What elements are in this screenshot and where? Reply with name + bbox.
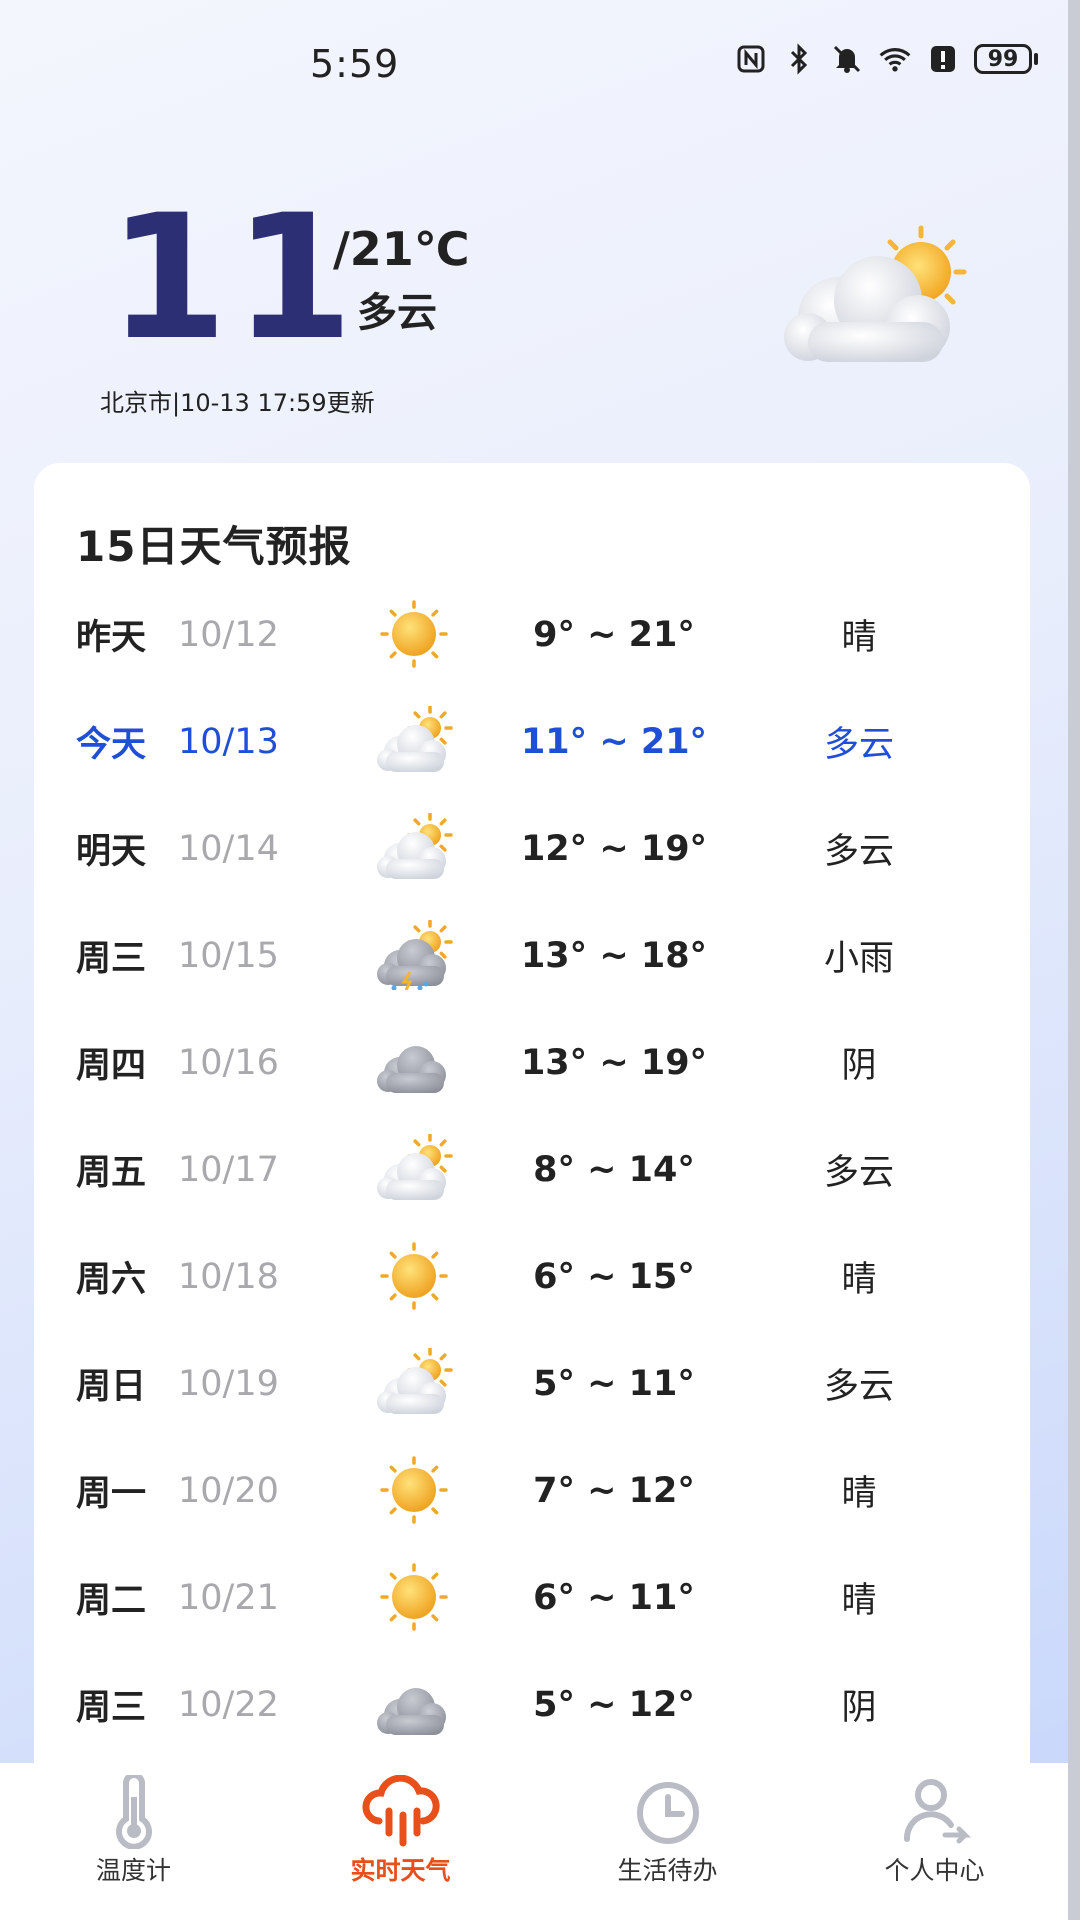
forecast-row: 周四 10/16 13° ~ 19° 阴 xyxy=(34,1009,1030,1116)
forecast-row: 周六 10/18 6° ~ 15° 晴 xyxy=(34,1223,1030,1330)
forecast-condition: 阴 xyxy=(841,1046,877,1086)
forecast-condition: 阴 xyxy=(841,1688,877,1728)
forecast-temp: 7° ~ 12° xyxy=(533,1470,695,1511)
bottom-nav: 温度计 实时天气 生活待办 个人中心 xyxy=(0,1763,1068,1920)
status-icons: 99 xyxy=(734,42,1038,76)
forecast-row: 昨天 10/12 9° ~ 21° 晴 xyxy=(34,581,1030,688)
current-temperature: 11 xyxy=(108,177,360,378)
forecast-day: 周日 xyxy=(76,1367,147,1407)
forecast-temp: 6° ~ 11° xyxy=(533,1577,695,1618)
forecast-date: 10/21 xyxy=(178,1577,279,1618)
nav-profile[interactable]: 个人中心 xyxy=(801,1763,1068,1920)
forecast-date: 10/15 xyxy=(178,935,279,976)
mute-icon xyxy=(830,42,864,76)
weather-screen: 5:59 99 11 /21℃ 多云 北京市|10-13 17:59更新 15日… xyxy=(0,0,1080,1920)
partly-cloudy-icon xyxy=(370,705,458,776)
nav-label: 生活待办 xyxy=(617,1856,718,1885)
nav-thermometer[interactable]: 温度计 xyxy=(0,1763,267,1920)
battery-icon: 99 xyxy=(974,44,1038,74)
overcast-icon xyxy=(370,1669,458,1739)
weather-cloud-icon xyxy=(361,1775,440,1847)
nav-todo[interactable]: 生活待办 xyxy=(534,1763,801,1920)
forecast-row: 周一 10/20 7° ~ 12° 晴 xyxy=(34,1437,1030,1544)
forecast-condition: 晴 xyxy=(841,1260,877,1300)
forecast-condition: 晴 xyxy=(841,1474,877,1514)
thermometer-icon xyxy=(115,1775,152,1849)
rain-icon xyxy=(370,919,458,991)
current-condition: 多云 xyxy=(357,290,437,336)
forecast-row: 周三 10/22 5° ~ 12° 阴 xyxy=(34,1651,1030,1758)
partly-cloudy-icon xyxy=(370,812,458,883)
forecast-row: 周二 10/21 6° ~ 11° 晴 xyxy=(34,1544,1030,1651)
user-icon xyxy=(903,1779,971,1844)
forecast-day: 今天 xyxy=(76,725,147,765)
forecast-day: 周一 xyxy=(76,1474,147,1514)
forecast-card: 15日天气预报 昨天 10/12 9° ~ 21° 晴 今天 10/13 11°… xyxy=(34,463,1030,1920)
forecast-date: 10/16 xyxy=(178,1042,279,1083)
forecast-date: 10/12 xyxy=(178,614,279,655)
forecast-condition: 多云 xyxy=(823,832,894,872)
partly-cloudy-icon xyxy=(370,1133,458,1204)
forecast-row: 明天 10/14 12° ~ 19° 多云 xyxy=(34,795,1030,902)
forecast-temp: 5° ~ 11° xyxy=(533,1363,695,1404)
forecast-day: 明天 xyxy=(76,832,147,872)
forecast-temp: 6° ~ 15° xyxy=(533,1256,695,1297)
sunny-icon xyxy=(370,1562,458,1632)
clock-icon xyxy=(636,1782,699,1844)
forecast-day: 周六 xyxy=(76,1260,147,1300)
forecast-day: 昨天 xyxy=(76,618,147,658)
alert-icon xyxy=(926,42,960,76)
forecast-row: 周五 10/17 8° ~ 14° 多云 xyxy=(34,1116,1030,1223)
current-range: /21℃ xyxy=(333,222,470,276)
forecast-day: 周二 xyxy=(76,1581,147,1621)
sunny-icon xyxy=(370,599,458,669)
forecast-condition: 晴 xyxy=(841,618,877,658)
forecast-condition: 小雨 xyxy=(823,939,894,979)
forecast-date: 10/14 xyxy=(178,828,279,869)
battery-level: 99 xyxy=(974,44,1032,74)
forecast-condition: 多云 xyxy=(823,725,894,765)
wifi-icon xyxy=(878,42,912,76)
sunny-icon xyxy=(370,1241,458,1311)
nav-label: 温度计 xyxy=(95,1856,171,1885)
forecast-temp: 11° ~ 21° xyxy=(520,721,708,762)
nav-label: 个人中心 xyxy=(884,1856,985,1885)
bluetooth-icon xyxy=(782,42,816,76)
forecast-date: 10/19 xyxy=(178,1363,279,1404)
forecast-date: 10/18 xyxy=(178,1256,279,1297)
nav-weather[interactable]: 实时天气 xyxy=(267,1763,534,1920)
forecast-temp: 8° ~ 14° xyxy=(533,1149,695,1190)
forecast-row: 周日 10/19 5° ~ 11° 多云 xyxy=(34,1330,1030,1437)
nav-label: 实时天气 xyxy=(350,1856,451,1885)
forecast-date: 10/22 xyxy=(178,1684,279,1725)
nfc-icon xyxy=(734,42,768,76)
forecast-condition: 多云 xyxy=(823,1367,894,1407)
status-time: 5:59 xyxy=(310,42,400,86)
forecast-temp: 5° ~ 12° xyxy=(533,1684,695,1725)
partly-cloudy-icon xyxy=(778,222,978,372)
forecast-day: 周三 xyxy=(76,1688,147,1728)
forecast-temp: 13° ~ 19° xyxy=(520,1042,708,1083)
forecast-temp: 13° ~ 18° xyxy=(520,935,708,976)
location-update: 北京市|10-13 17:59更新 xyxy=(100,389,375,417)
forecast-condition: 晴 xyxy=(841,1581,877,1621)
forecast-title: 15日天气预报 xyxy=(76,522,352,571)
forecast-day: 周五 xyxy=(76,1153,147,1193)
forecast-row: 今天 10/13 11° ~ 21° 多云 xyxy=(34,688,1030,795)
forecast-day: 周四 xyxy=(76,1046,147,1086)
forecast-day: 周三 xyxy=(76,939,147,979)
forecast-date: 10/13 xyxy=(178,721,279,762)
forecast-list: 昨天 10/12 9° ~ 21° 晴 今天 10/13 11° ~ 21° 多… xyxy=(34,581,1030,1758)
forecast-row: 周三 10/15 13° ~ 18° 小雨 xyxy=(34,902,1030,1009)
sunny-icon xyxy=(370,1455,458,1525)
forecast-date: 10/17 xyxy=(178,1149,279,1190)
forecast-condition: 多云 xyxy=(823,1153,894,1193)
partly-cloudy-icon xyxy=(370,1347,458,1418)
forecast-temp: 9° ~ 21° xyxy=(533,614,695,655)
forecast-date: 10/20 xyxy=(178,1470,279,1511)
forecast-temp: 12° ~ 19° xyxy=(520,828,708,869)
overcast-icon xyxy=(370,1027,458,1097)
